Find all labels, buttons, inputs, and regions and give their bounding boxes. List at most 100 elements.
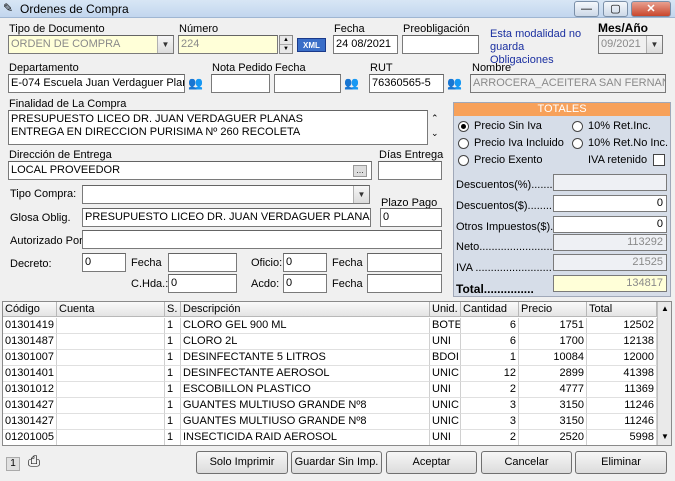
search-people-icon[interactable]: 👥: [344, 76, 359, 90]
cell-total[interactable]: 11246: [587, 398, 657, 414]
scroll-up-icon[interactable]: ⌃: [431, 113, 439, 124]
cell-cuenta[interactable]: [57, 318, 165, 334]
cell-total[interactable]: 11369: [587, 382, 657, 398]
autorizado-input[interactable]: [82, 230, 442, 249]
tipo-documento-select[interactable]: ORDEN DE COMPRA ▼: [8, 35, 174, 54]
solo-imprimir-button[interactable]: Solo Imprimir: [196, 451, 288, 474]
cell-cuenta[interactable]: [57, 398, 165, 414]
radio-precio-iva-incluido[interactable]: [458, 138, 469, 149]
finalidad-textarea[interactable]: PRESUPUESTO LICEO DR. JUAN VERDAGUER PLA…: [8, 110, 428, 145]
decreto-input[interactable]: 0: [82, 253, 126, 272]
numero-spinner[interactable]: ▲ ▼: [279, 35, 293, 54]
scroll-down-icon[interactable]: ⌄: [431, 128, 439, 139]
cell-descripcion[interactable]: DESINFECTANTE AEROSOL: [181, 366, 430, 382]
iva-retenido-checkbox[interactable]: [653, 154, 665, 166]
cell-codigo[interactable]: 01301427: [3, 414, 57, 430]
cell-precio[interactable]: 2899: [519, 366, 587, 382]
cell-cuenta[interactable]: [57, 430, 165, 445]
plazo-pago-input[interactable]: 0: [380, 208, 442, 227]
otros-impuestos-input[interactable]: 0: [553, 216, 667, 233]
cell-s[interactable]: 1: [165, 350, 181, 366]
search-people-icon[interactable]: 👥: [447, 76, 462, 90]
dias-entrega-input[interactable]: [378, 161, 442, 180]
scroll-down-icon[interactable]: ▼: [658, 430, 671, 444]
cell-cantidad[interactable]: 6: [461, 318, 519, 334]
cell-cuenta[interactable]: [57, 366, 165, 382]
more-icon[interactable]: …: [353, 165, 367, 177]
spin-up-icon[interactable]: ▲: [280, 36, 292, 45]
rut-input[interactable]: 76360565-5: [369, 74, 444, 93]
cell-precio[interactable]: 2520: [519, 430, 587, 445]
cell-cuenta[interactable]: [57, 414, 165, 430]
cell-unid[interactable]: UNI: [430, 334, 461, 350]
col-header-codigo[interactable]: Código: [3, 302, 57, 317]
cell-descripcion[interactable]: ESCOBILLON PLASTICO: [181, 382, 430, 398]
col-header-cuenta[interactable]: Cuenta: [57, 302, 165, 317]
xml-button[interactable]: XML: [297, 38, 326, 52]
direccion-input[interactable]: LOCAL PROVEEDOR: [8, 161, 372, 180]
cell-precio[interactable]: 1751: [519, 318, 587, 334]
cell-cantidad[interactable]: 2: [461, 382, 519, 398]
glosa-input[interactable]: PRESUPUESTO LICEO DR. JUAN VERDAGUER PLA…: [82, 208, 371, 227]
cell-codigo[interactable]: 01301012: [3, 382, 57, 398]
cell-descripcion[interactable]: CLORO 2L: [181, 334, 430, 350]
cell-codigo[interactable]: 01301427: [3, 398, 57, 414]
cell-s[interactable]: 1: [165, 398, 181, 414]
cell-unid[interactable]: UNIC: [430, 414, 461, 430]
numero-input[interactable]: 224: [178, 35, 278, 54]
cell-precio[interactable]: 3150: [519, 398, 587, 414]
preobligacion-input[interactable]: [402, 35, 479, 54]
descuentos-input[interactable]: 0: [553, 195, 667, 212]
items-table[interactable]: Código Cuenta S. Descripción Unid. Canti…: [2, 301, 672, 446]
cell-s[interactable]: 1: [165, 318, 181, 334]
cell-cuenta[interactable]: [57, 382, 165, 398]
cell-unid[interactable]: BOTE: [430, 318, 461, 334]
cell-total[interactable]: 5998: [587, 430, 657, 445]
cell-codigo[interactable]: 01301419: [3, 318, 57, 334]
fecha4-input[interactable]: [367, 253, 442, 272]
cell-unid[interactable]: BDOI: [430, 350, 461, 366]
col-header-s[interactable]: S.: [165, 302, 181, 317]
radio-ret-inc[interactable]: [572, 121, 583, 132]
oficio-input[interactable]: 0: [283, 253, 327, 272]
cell-cantidad[interactable]: 3: [461, 398, 519, 414]
eliminar-button[interactable]: Eliminar: [575, 451, 667, 474]
cell-total[interactable]: 12502: [587, 318, 657, 334]
nota-pedido-input[interactable]: [211, 74, 270, 93]
cell-unid[interactable]: UNIC: [430, 366, 461, 382]
fecha-input[interactable]: 24 08/2021: [333, 35, 398, 54]
mes-anio-select[interactable]: 09/2021 ▼: [598, 35, 663, 54]
scroll-up-icon[interactable]: ▲: [658, 302, 671, 316]
cell-precio[interactable]: 1700: [519, 334, 587, 350]
descuentos-pct-input[interactable]: [553, 174, 667, 191]
cell-s[interactable]: 1: [165, 382, 181, 398]
maximize-button[interactable]: ▢: [603, 1, 628, 17]
cell-s[interactable]: 1: [165, 366, 181, 382]
fecha2-input[interactable]: [274, 74, 341, 93]
cell-total[interactable]: 11246: [587, 414, 657, 430]
cell-descripcion[interactable]: INSECTICIDA RAID AEROSOL: [181, 430, 430, 445]
cell-unid[interactable]: UNI: [430, 430, 461, 445]
col-header-total[interactable]: Total: [587, 302, 657, 317]
cell-cantidad[interactable]: 2: [461, 430, 519, 445]
cell-total[interactable]: 12138: [587, 334, 657, 350]
cell-s[interactable]: 1: [165, 334, 181, 350]
cell-unid[interactable]: UNI: [430, 382, 461, 398]
cell-precio[interactable]: 10084: [519, 350, 587, 366]
chevron-down-icon[interactable]: ▼: [157, 36, 173, 53]
close-button[interactable]: ✕: [631, 1, 671, 17]
cell-cuenta[interactable]: [57, 334, 165, 350]
radio-precio-exento[interactable]: [458, 155, 469, 166]
cell-codigo[interactable]: 01301007: [3, 350, 57, 366]
cell-s[interactable]: 1: [165, 414, 181, 430]
cell-codigo[interactable]: 01201005: [3, 430, 57, 445]
col-header-cantidad[interactable]: Cantidad: [461, 302, 519, 317]
guardar-sin-imp-button[interactable]: Guardar Sin Imp.: [291, 451, 382, 474]
chevron-down-icon[interactable]: ▼: [646, 36, 662, 53]
table-scrollbar[interactable]: ▲ ▼: [657, 302, 671, 445]
cell-precio[interactable]: 3150: [519, 414, 587, 430]
col-header-unid[interactable]: Unid.: [430, 302, 461, 317]
cell-cantidad[interactable]: 1: [461, 350, 519, 366]
cell-total[interactable]: 12000: [587, 350, 657, 366]
minimize-button[interactable]: —: [574, 1, 599, 17]
